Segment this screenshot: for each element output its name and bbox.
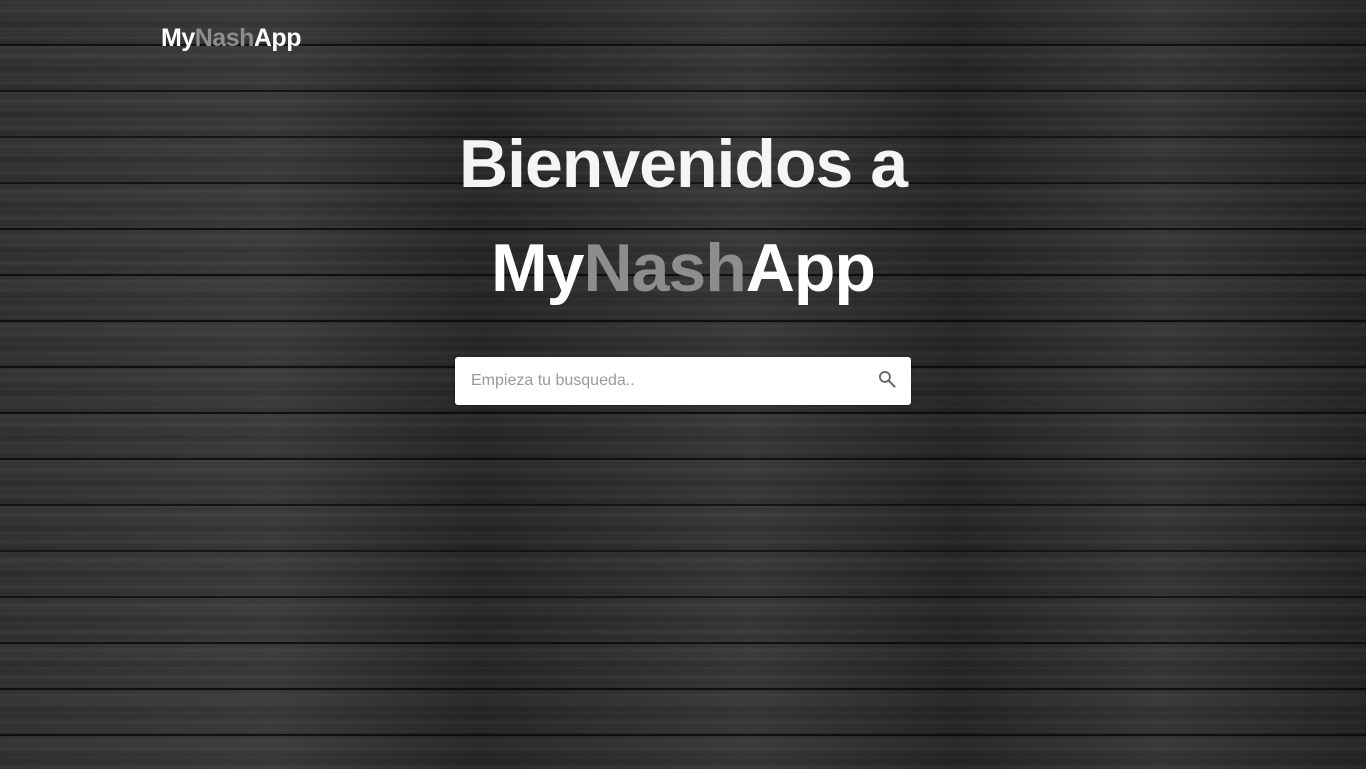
hero-welcome-line: Bienvenidos a [458,126,908,202]
search-box [455,357,911,405]
brand-part-my: My [161,24,195,52]
search-input[interactable] [455,357,863,405]
hero-part-app: App [745,230,876,306]
search-button[interactable] [863,357,911,405]
brand-logo-link[interactable]: MyNashApp [161,24,301,53]
brand-part-app: App [253,24,302,52]
search-icon [877,369,897,394]
hero-part-nash: Nash [583,230,747,306]
hero-heading: Bienvenidos a MyNashApp [0,112,1366,320]
brand-part-nash: Nash [194,24,255,52]
hero-part-my: My [491,230,584,306]
hero-app-name: MyNashApp [0,216,1366,320]
